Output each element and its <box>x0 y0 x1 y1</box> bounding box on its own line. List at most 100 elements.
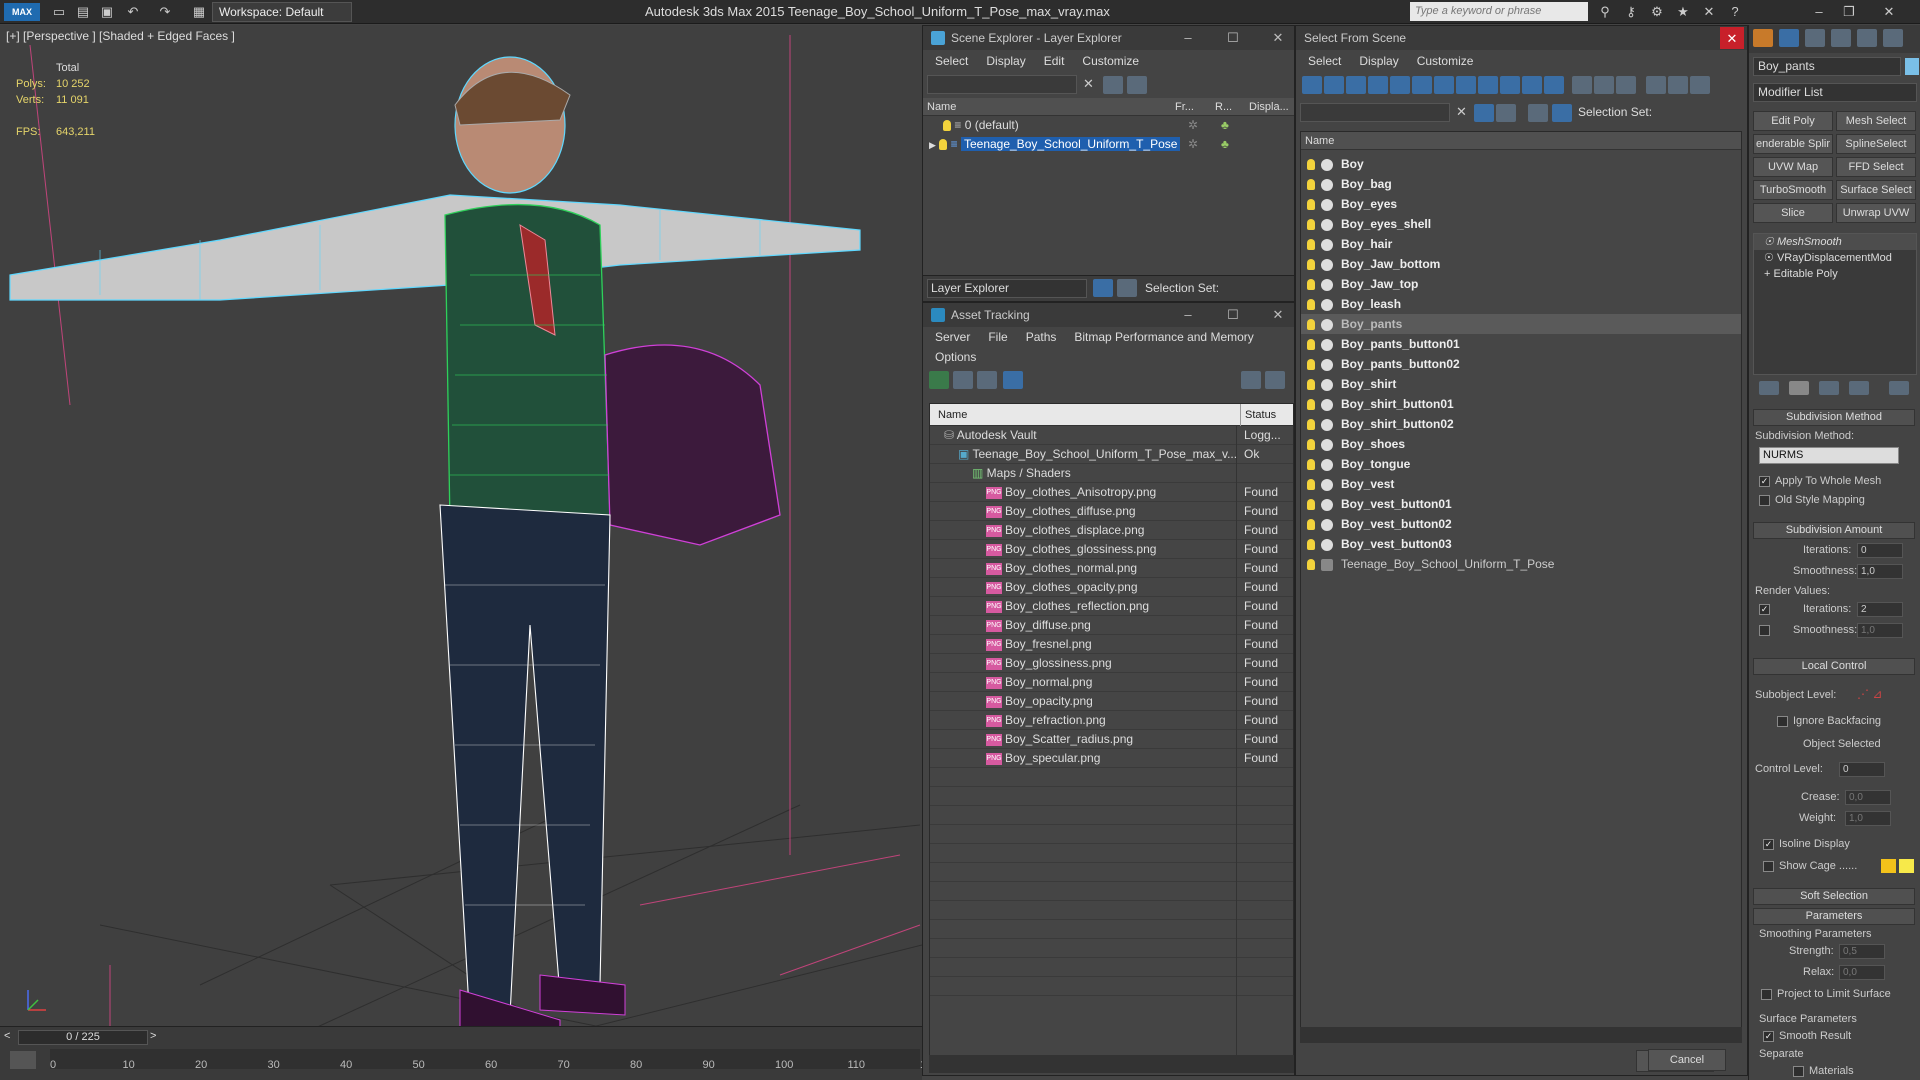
scene-object-row[interactable]: Boy_shoes <box>1301 434 1741 454</box>
bulb-icon[interactable] <box>1307 199 1315 211</box>
configure-sets-icon[interactable] <box>1889 381 1909 395</box>
key-icon[interactable]: ⚷ <box>1622 3 1640 21</box>
bulb-icon[interactable] <box>1307 219 1315 231</box>
slider-prev-icon[interactable]: < <box>4 1030 10 1042</box>
asset-row[interactable]: PNG Boy_clothes_diffuse.png Found <box>930 502 1293 521</box>
sort-icon[interactable] <box>1690 76 1710 94</box>
project-folder-icon[interactable]: ▦ <box>190 3 208 21</box>
bulb-icon[interactable] <box>1307 259 1315 271</box>
smoothness-spinner[interactable]: 1,0 <box>1857 564 1903 579</box>
asset-row[interactable]: ▣ Teenage_Boy_School_Uniform_T_Pose_max_… <box>930 445 1293 464</box>
bulb-icon[interactable] <box>1307 539 1315 551</box>
bulb-icon[interactable] <box>1307 479 1315 491</box>
filter-icon[interactable] <box>1646 76 1666 94</box>
create-tab-icon[interactable] <box>1753 29 1773 47</box>
render-iterations-checkbox[interactable]: ✓ <box>1759 604 1770 615</box>
scene-object-row[interactable]: Boy_vest_button02 <box>1301 514 1741 534</box>
clear-icon[interactable]: ✕ <box>1456 104 1467 120</box>
display-tab-icon[interactable] <box>1857 29 1877 47</box>
asset-horizontal-scrollbar[interactable] <box>929 1055 1294 1073</box>
display-all-icon[interactable] <box>1572 76 1592 94</box>
slider-next-icon[interactable]: > <box>150 1030 156 1042</box>
menu-paths[interactable]: Paths <box>1026 330 1057 344</box>
pin-stack-icon[interactable] <box>1759 381 1779 395</box>
display-groups-icon[interactable] <box>1434 76 1454 94</box>
bulb-icon[interactable] <box>1307 499 1315 511</box>
freeze-icon[interactable]: ✲ <box>1188 116 1198 135</box>
bulb-icon[interactable] <box>1307 239 1315 251</box>
asset-row[interactable]: PNG Boy_clothes_opacity.png Found <box>930 578 1293 597</box>
col-name[interactable]: Name <box>938 404 967 426</box>
bulb-icon[interactable] <box>1307 379 1315 391</box>
modifier-button[interactable]: Mesh Select <box>1836 111 1916 131</box>
restore-icon[interactable]: ❐ <box>1840 3 1858 21</box>
strength-spinner[interactable]: 0,5 <box>1839 944 1885 959</box>
scene-object-row[interactable]: Boy_eyes_shell <box>1301 214 1741 234</box>
isoline-display-checkbox[interactable]: ✓ <box>1763 839 1774 850</box>
list-view-icon[interactable] <box>953 371 973 389</box>
scene-object-row[interactable]: Boy_pants_button02 <box>1301 354 1741 374</box>
bulb-icon[interactable] <box>1307 299 1315 311</box>
thumbnail-view-icon[interactable] <box>977 371 997 389</box>
bulb-icon[interactable] <box>1307 279 1315 291</box>
menu-display[interactable]: Display <box>1359 54 1398 68</box>
filter-icon[interactable] <box>1103 76 1123 94</box>
modifier-button[interactable]: Surface Select <box>1836 180 1916 200</box>
asset-row[interactable]: ⛁ Autodesk Vault Logg... <box>930 426 1293 445</box>
apply-whole-mesh-checkbox[interactable]: ✓ <box>1759 476 1770 487</box>
bulb-icon[interactable] <box>1307 319 1315 331</box>
layer-explorer-icon[interactable] <box>1093 279 1113 297</box>
menu-bitmap-performance[interactable]: Bitmap Performance and Memory <box>1074 330 1253 344</box>
utilities-tab-icon[interactable] <box>1883 29 1903 47</box>
bulb-icon[interactable] <box>1307 439 1315 451</box>
expand-icon[interactable]: ▶ <box>929 140 936 150</box>
menu-display[interactable]: Display <box>986 54 1025 68</box>
time-slider[interactable]: 0 / 225 <box>18 1030 148 1045</box>
asset-row[interactable]: PNG Boy_specular.png Found <box>930 749 1293 768</box>
scene-object-row[interactable]: Boy_vest_button01 <box>1301 494 1741 514</box>
soft-selection-rollout[interactable]: Soft Selection <box>1753 888 1915 905</box>
timeline-toggle-icon[interactable] <box>10 1051 36 1069</box>
subdivision-method-dropdown[interactable]: NURMS <box>1759 447 1899 464</box>
lightbulb-icon[interactable]: ☉ <box>1764 252 1774 264</box>
scene-object-row[interactable]: Boy_shirt <box>1301 374 1741 394</box>
scene-object-row[interactable]: Boy_pants_button01 <box>1301 334 1741 354</box>
layers-icon[interactable] <box>1528 104 1548 122</box>
clear-icon[interactable]: ✕ <box>1083 76 1094 92</box>
search-input[interactable]: Type a keyword or phrase <box>1410 2 1588 21</box>
parameters-rollout[interactable]: Parameters <box>1753 908 1915 925</box>
freeze-icon[interactable]: ✲ <box>1188 135 1198 154</box>
object-name-field[interactable]: Boy_pants <box>1753 57 1901 76</box>
subdivision-method-rollout[interactable]: Subdivision Method <box>1753 409 1915 426</box>
subdivision-amount-rollout[interactable]: Subdivision Amount <box>1753 522 1915 539</box>
menu-select[interactable]: Select <box>1308 54 1341 68</box>
exchange-icon[interactable]: ✕ <box>1700 3 1718 21</box>
bulb-icon[interactable] <box>1307 519 1315 531</box>
asset-row[interactable]: PNG Boy_glossiness.png Found <box>930 654 1293 673</box>
modify-tab-icon[interactable] <box>1779 29 1799 47</box>
modifier-button[interactable]: Slice <box>1753 203 1833 223</box>
close-icon[interactable]: ✕ <box>1263 26 1293 50</box>
menu-customize[interactable]: Customize <box>1417 54 1474 68</box>
display-bones-icon[interactable] <box>1478 76 1498 94</box>
refresh-icon[interactable] <box>929 371 949 389</box>
app-logo-icon[interactable]: MAX <box>4 3 40 21</box>
cage-color-2-swatch[interactable] <box>1899 859 1914 873</box>
asset-row[interactable]: PNG Boy_clothes_displace.png Found <box>930 521 1293 540</box>
control-level-spinner[interactable]: 0 <box>1839 762 1885 777</box>
minimize-icon[interactable]: – <box>1173 303 1203 327</box>
bulb-icon[interactable] <box>943 120 951 132</box>
display-none-icon[interactable] <box>1594 76 1614 94</box>
local-control-rollout[interactable]: Local Control <box>1753 658 1915 675</box>
stack-item-vraydisplacement[interactable]: ☉ VRayDisplacementMod <box>1754 250 1916 266</box>
perspective-viewport[interactable]: [+] [Perspective ] [Shaded + Edged Faces… <box>0 25 922 1035</box>
scene-object-row[interactable]: Boy_leash <box>1301 294 1741 314</box>
scene-object-row[interactable]: Boy_shirt_button02 <box>1301 414 1741 434</box>
materials-checkbox[interactable] <box>1793 1066 1804 1077</box>
modifier-button[interactable]: FFD Select <box>1836 157 1916 177</box>
redo-icon[interactable]: ↷ <box>156 3 174 21</box>
asset-row[interactable]: PNG Boy_opacity.png Found <box>930 692 1293 711</box>
close-icon[interactable]: ✕ <box>1880 3 1898 21</box>
scene-object-row[interactable]: Boy_bag <box>1301 174 1741 194</box>
display-frozen-icon[interactable] <box>1522 76 1542 94</box>
